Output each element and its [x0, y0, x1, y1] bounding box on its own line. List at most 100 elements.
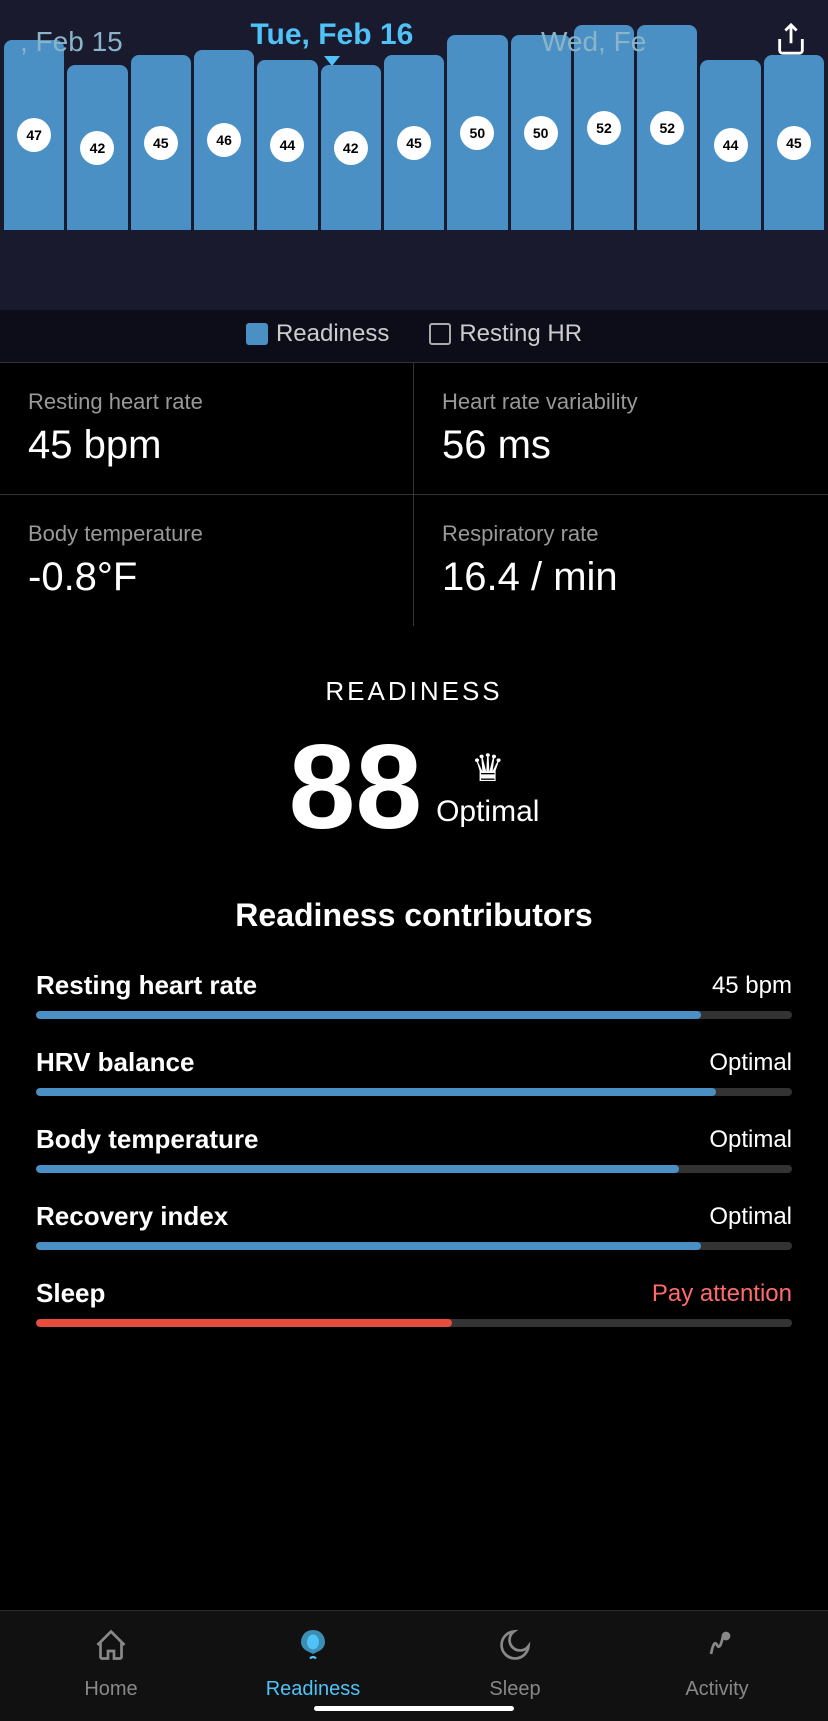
bar-value: 47	[17, 118, 51, 152]
bar-value: 45	[144, 126, 178, 160]
bar[interactable]: 44	[257, 60, 317, 230]
bar-value: 44	[270, 128, 304, 162]
resp-rate-value: 16.4 / min	[442, 555, 800, 600]
contributor-item[interactable]: HRV balance Optimal	[36, 1047, 792, 1096]
nav-sleep[interactable]: Sleep	[414, 1627, 616, 1701]
contributor-header: Recovery index Optimal	[36, 1201, 792, 1232]
contributor-item[interactable]: Sleep Pay attention	[36, 1278, 792, 1327]
bar[interactable]: 46	[194, 50, 254, 230]
readiness-nav-icon	[295, 1627, 331, 1672]
resting-hr-legend-label: Resting HR	[459, 320, 582, 348]
contributor-item[interactable]: Recovery index Optimal	[36, 1201, 792, 1250]
bar[interactable]: 47	[4, 40, 64, 230]
resting-hr-value: 45 bpm	[28, 423, 385, 468]
bar[interactable]: 42	[67, 65, 127, 230]
contributor-name: Resting heart rate	[36, 970, 257, 1001]
chart-legend: Readiness Resting HR	[0, 310, 828, 362]
progress-bar	[36, 1165, 792, 1173]
contributor-status: 45 bpm	[712, 972, 792, 1000]
contributor-name: Body temperature	[36, 1124, 259, 1155]
progress-bar	[36, 1319, 792, 1327]
current-date[interactable]: Tue, Feb 16	[250, 18, 413, 66]
home-indicator	[314, 1706, 514, 1711]
resting-hr-label: Resting heart rate	[28, 389, 385, 415]
contributor-name: Sleep	[36, 1278, 105, 1309]
resting-hr-swatch	[429, 323, 451, 345]
bar-value: 52	[587, 111, 621, 145]
contributor-name: HRV balance	[36, 1047, 194, 1078]
resp-rate-label: Respiratory rate	[442, 521, 800, 547]
bar-item: 45	[764, 55, 824, 230]
contributor-header: Sleep Pay attention	[36, 1278, 792, 1309]
stat-resp-rate: Respiratory rate 16.4 / min	[414, 495, 828, 626]
bar[interactable]: 42	[321, 65, 381, 230]
readiness-section: READINESS 88 ♛ Optimal	[0, 626, 828, 877]
next-date[interactable]: Wed, Fe	[541, 26, 646, 58]
bar-item: 47	[4, 40, 64, 230]
contributors-section: Readiness contributors Resting heart rat…	[0, 877, 828, 1385]
stat-hrv: Heart rate variability 56 ms	[414, 363, 828, 495]
prev-date[interactable]: , Feb 15	[20, 26, 123, 58]
nav-activity[interactable]: Activity	[616, 1627, 818, 1701]
home-label: Home	[84, 1678, 137, 1701]
bar[interactable]: 44	[700, 60, 760, 230]
contributors-title: Readiness contributors	[36, 897, 792, 934]
body-temp-value: -0.8°F	[28, 555, 385, 600]
readiness-swatch	[246, 323, 268, 345]
bar[interactable]: 45	[764, 55, 824, 230]
date-navigation: , Feb 15 Tue, Feb 16 Wed, Fe	[0, 0, 828, 66]
bar-item: 46	[194, 50, 254, 230]
bar-value: 52	[650, 111, 684, 145]
progress-bar	[36, 1242, 792, 1250]
contributor-status: Optimal	[709, 1049, 792, 1077]
bar-value: 44	[714, 128, 748, 162]
readiness-title: READINESS	[20, 676, 808, 707]
progress-bar	[36, 1088, 792, 1096]
bar-item: 44	[700, 60, 760, 230]
share-icon[interactable]	[774, 22, 808, 63]
progress-fill	[36, 1165, 679, 1173]
home-icon	[93, 1627, 129, 1672]
bar-value: 42	[80, 131, 114, 165]
bar-item: 42	[67, 65, 127, 230]
contributors-list: Resting heart rate 45 bpm HRV balance Op…	[36, 970, 792, 1327]
contributor-item[interactable]: Body temperature Optimal	[36, 1124, 792, 1173]
contributor-header: Body temperature Optimal	[36, 1124, 792, 1155]
bar-value: 46	[207, 123, 241, 157]
hrv-label: Heart rate variability	[442, 389, 800, 415]
stat-body-temp: Body temperature -0.8°F	[0, 495, 414, 626]
bar-item: 42	[321, 65, 381, 230]
activity-icon	[699, 1627, 735, 1672]
contributor-status: Pay attention	[652, 1280, 792, 1308]
chart-section: , Feb 15 Tue, Feb 16 Wed, Fe 47 42 45 46 44 4…	[0, 0, 828, 310]
bar-item: 45	[131, 55, 191, 230]
readiness-score: 88	[289, 727, 422, 847]
bar-value: 45	[777, 126, 811, 160]
body-temp-label: Body temperature	[28, 521, 385, 547]
contributor-status: Optimal	[709, 1203, 792, 1231]
bar-value: 50	[524, 116, 558, 150]
progress-bar	[36, 1011, 792, 1019]
nav-readiness[interactable]: Readiness	[212, 1627, 414, 1701]
contributor-header: Resting heart rate 45 bpm	[36, 970, 792, 1001]
readiness-score-row: 88 ♛ Optimal	[20, 727, 808, 847]
contributor-item[interactable]: Resting heart rate 45 bpm	[36, 970, 792, 1019]
stat-resting-hr: Resting heart rate 45 bpm	[0, 363, 414, 495]
bar[interactable]: 45	[131, 55, 191, 230]
bar-value: 45	[397, 126, 431, 160]
legend-readiness: Readiness	[246, 320, 389, 348]
readiness-status: Optimal	[436, 795, 539, 829]
activity-label: Activity	[685, 1678, 748, 1701]
stats-grid: Resting heart rate 45 bpm Heart rate var…	[0, 362, 828, 626]
contributor-status: Optimal	[709, 1126, 792, 1154]
bar[interactable]: 45	[384, 55, 444, 230]
contributor-header: HRV balance Optimal	[36, 1047, 792, 1078]
progress-fill	[36, 1319, 452, 1327]
bar-item: 45	[384, 55, 444, 230]
bar-value: 50	[460, 116, 494, 150]
bar-value: 42	[334, 131, 368, 165]
readiness-nav-label: Readiness	[266, 1678, 361, 1701]
nav-home[interactable]: Home	[10, 1627, 212, 1701]
legend-resting-hr: Resting HR	[429, 320, 582, 348]
readiness-legend-label: Readiness	[276, 320, 389, 348]
